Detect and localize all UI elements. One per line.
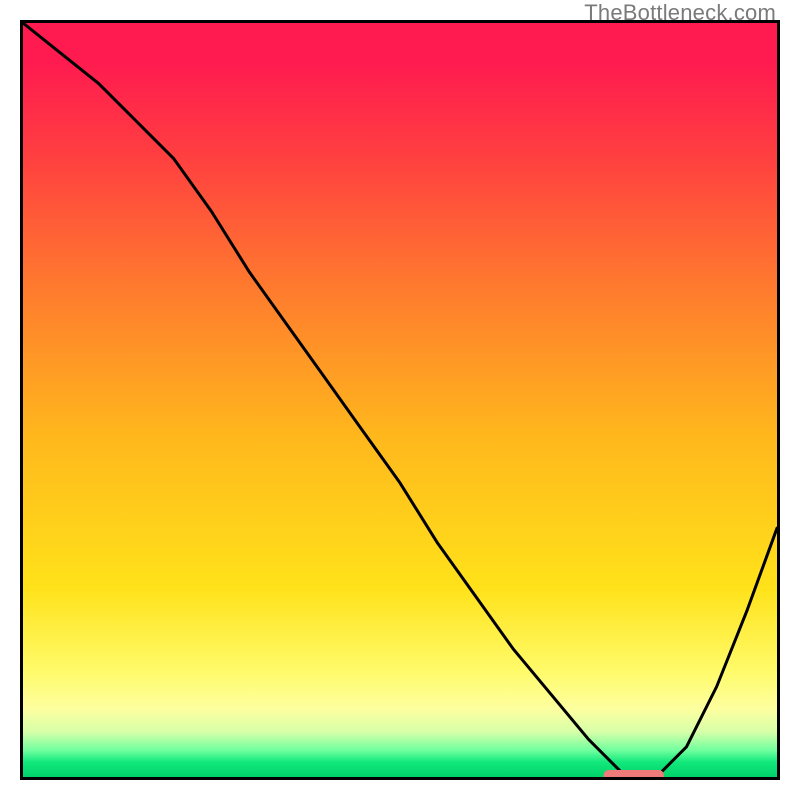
optimum-marker	[604, 770, 664, 777]
bottleneck-curve	[23, 23, 777, 777]
curve-overlay	[23, 23, 777, 777]
plot-area	[20, 20, 780, 780]
chart-frame: TheBottleneck.com	[0, 0, 800, 800]
watermark-text: TheBottleneck.com	[584, 0, 776, 26]
